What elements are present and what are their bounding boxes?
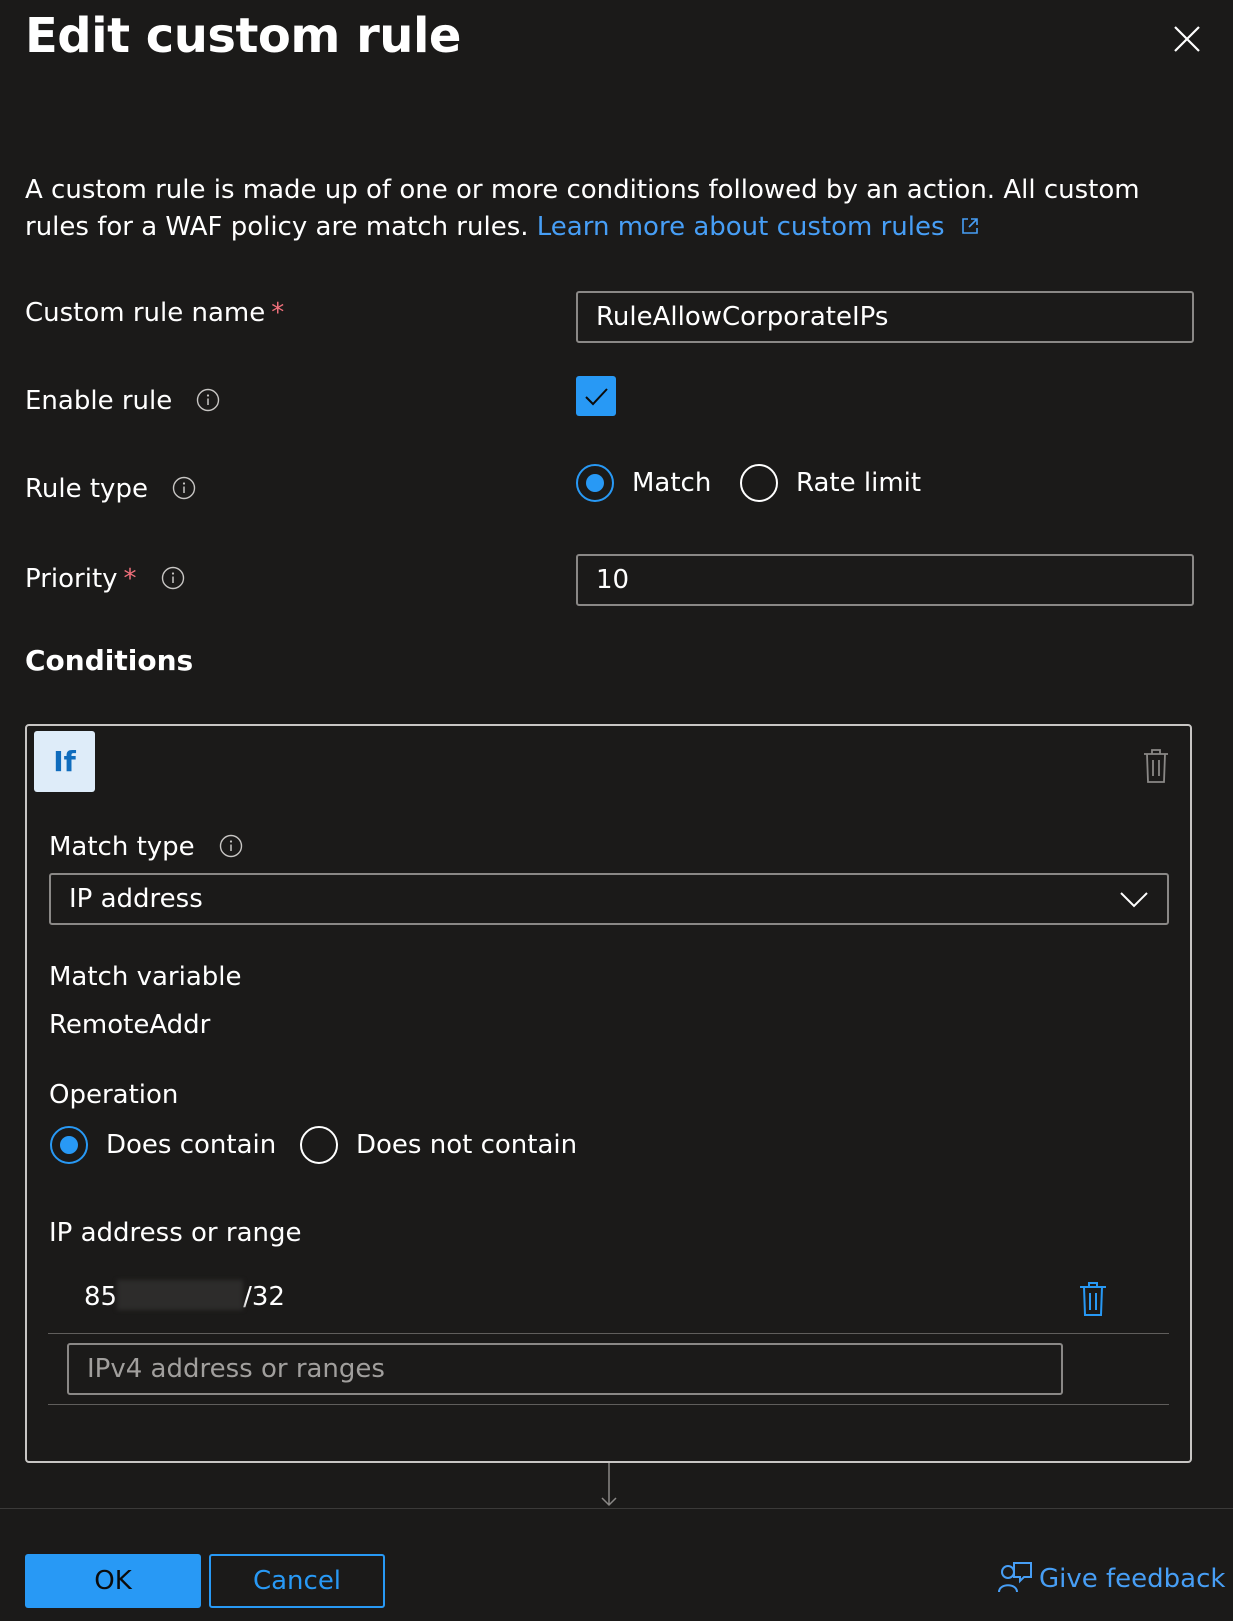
operation-label: Operation (49, 1080, 179, 1110)
rule-type-label: Rule type (25, 474, 196, 504)
give-feedback-link[interactable]: Give feedback (997, 1559, 1225, 1595)
rule-type-option-match[interactable]: Match (576, 464, 711, 502)
required-marker: * (271, 298, 285, 328)
footer-divider (0, 1508, 1233, 1509)
delete-condition-icon[interactable] (1142, 748, 1170, 788)
cancel-button[interactable]: Cancel (209, 1554, 385, 1608)
match-variable-label: Match variable (49, 962, 242, 992)
divider (48, 1404, 1169, 1405)
radio-selected[interactable] (50, 1126, 88, 1164)
panel-title: Edit custom rule (25, 8, 461, 64)
match-type-value: IP address (69, 884, 203, 914)
enable-rule-checkbox[interactable] (576, 376, 616, 416)
priority-label: Priority * (25, 564, 185, 594)
info-icon[interactable] (161, 566, 185, 590)
match-type-label: Match type (49, 832, 243, 862)
chevron-down-icon (1120, 892, 1148, 908)
divider (48, 1333, 1169, 1334)
delete-ip-icon[interactable] (1078, 1280, 1108, 1322)
operation-option-not-contains[interactable]: Does not contain (300, 1126, 577, 1164)
conditions-heading: Conditions (25, 644, 194, 677)
rule-type-option-rate-limit[interactable]: Rate limit (740, 464, 921, 502)
learn-more-link[interactable]: Learn more about custom rules (537, 212, 981, 242)
if-badge: If (34, 731, 95, 792)
ip-range-label: IP address or range (49, 1218, 302, 1248)
external-link-icon (962, 218, 978, 234)
required-marker: * (123, 564, 137, 594)
ip-entry: 85/32 (84, 1280, 285, 1312)
redacted-region (117, 1280, 244, 1310)
match-type-dropdown[interactable]: IP address (49, 873, 1169, 925)
ip-range-input[interactable] (67, 1343, 1063, 1395)
rule-name-input[interactable] (576, 291, 1194, 343)
info-icon[interactable] (219, 834, 243, 858)
match-variable-value: RemoteAddr (49, 1010, 211, 1040)
priority-input[interactable] (576, 554, 1194, 606)
radio-unselected[interactable] (740, 464, 778, 502)
close-icon[interactable] (1172, 24, 1202, 54)
enable-rule-label: Enable rule (25, 386, 220, 416)
arrow-down-icon (599, 1463, 619, 1511)
radio-selected[interactable] (576, 464, 614, 502)
ok-button[interactable]: OK (25, 1554, 201, 1608)
radio-unselected[interactable] (300, 1126, 338, 1164)
info-icon[interactable] (196, 388, 220, 412)
checkmark-icon (585, 388, 608, 406)
description: A custom rule is made up of one or more … (25, 172, 1210, 246)
operation-option-contains[interactable]: Does contain (50, 1126, 276, 1164)
info-icon[interactable] (172, 476, 196, 500)
feedback-icon (998, 1562, 1032, 1593)
rule-name-label: Custom rule name * (25, 298, 285, 328)
